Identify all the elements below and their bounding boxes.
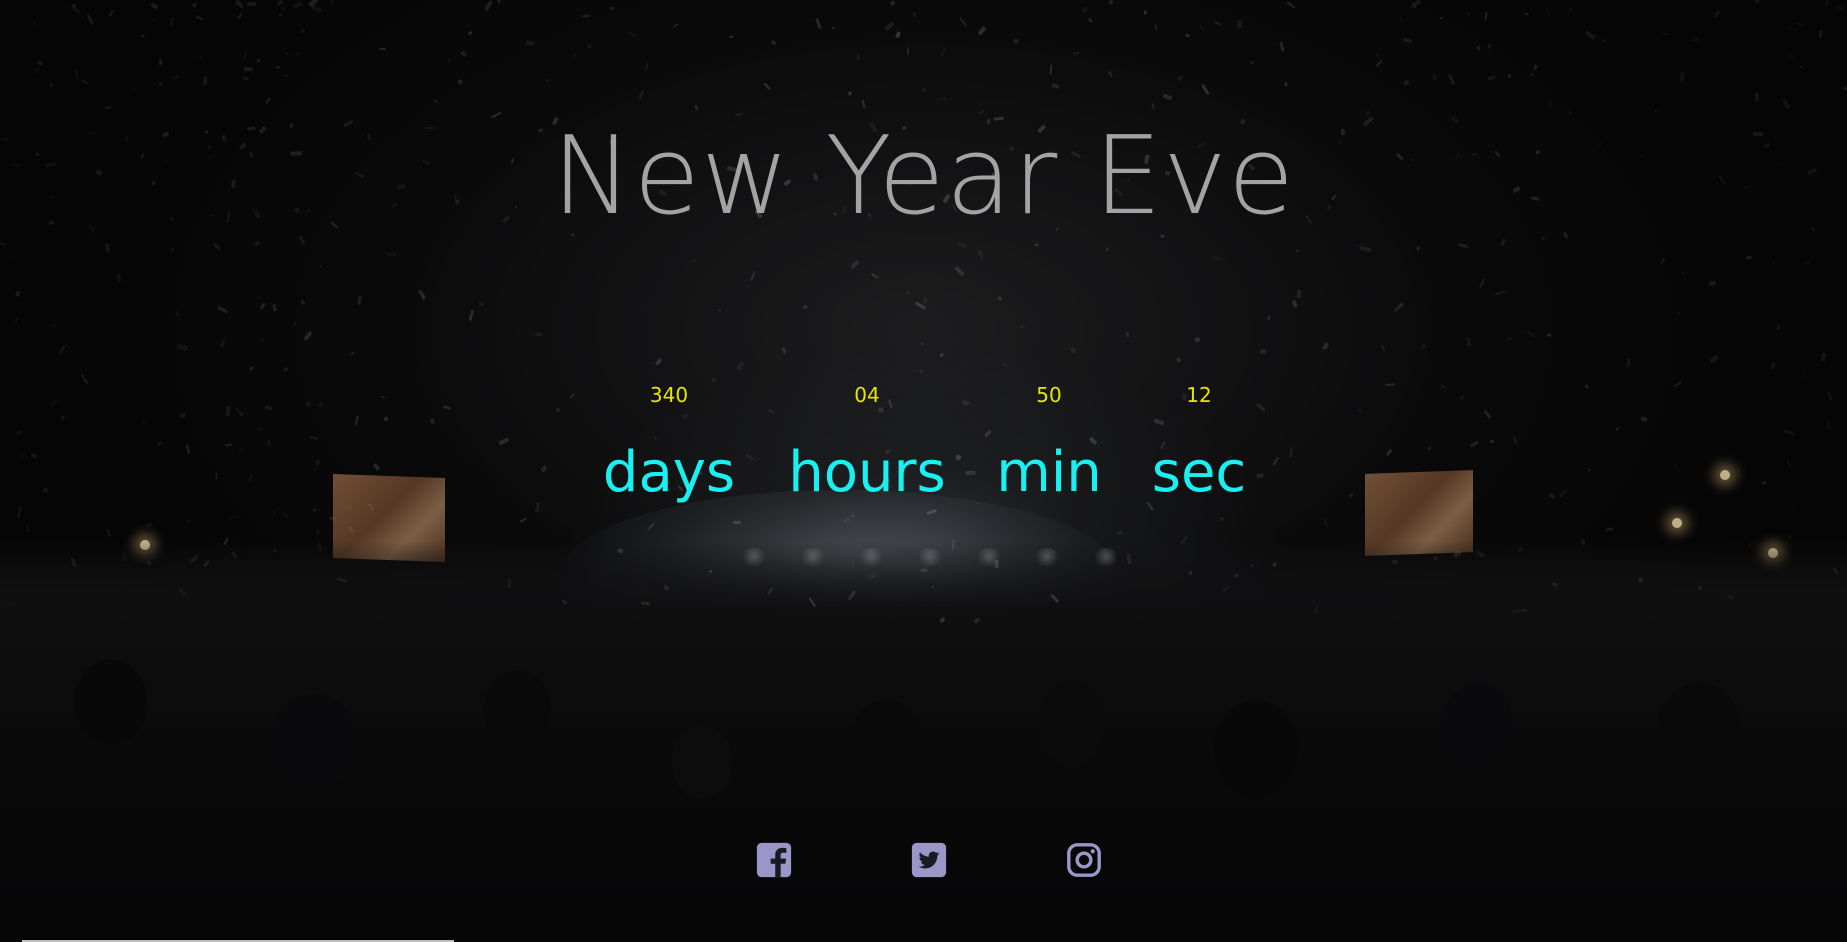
twitter-icon (911, 842, 947, 878)
page-title: New Year Eve (551, 114, 1296, 239)
twitter-link[interactable] (909, 840, 949, 880)
instagram-icon (1067, 843, 1101, 877)
countdown-timer: 340 days 04 hours 50 min 12 sec (0, 380, 1847, 504)
days-label: days (602, 440, 736, 505)
facebook-link[interactable] (754, 840, 794, 880)
hours-value: 04 (854, 383, 880, 407)
countdown-days: 340 days (569, 380, 769, 504)
days-value: 340 (649, 383, 689, 407)
seconds-label: sec (1151, 440, 1247, 505)
seconds-value: 12 (1186, 383, 1212, 407)
instagram-link[interactable] (1064, 840, 1104, 880)
countdown-hours: 04 hours (767, 380, 967, 504)
facebook-icon (756, 842, 792, 878)
countdown-seconds: 12 sec (1099, 380, 1299, 504)
hours-label: hours (788, 440, 946, 505)
